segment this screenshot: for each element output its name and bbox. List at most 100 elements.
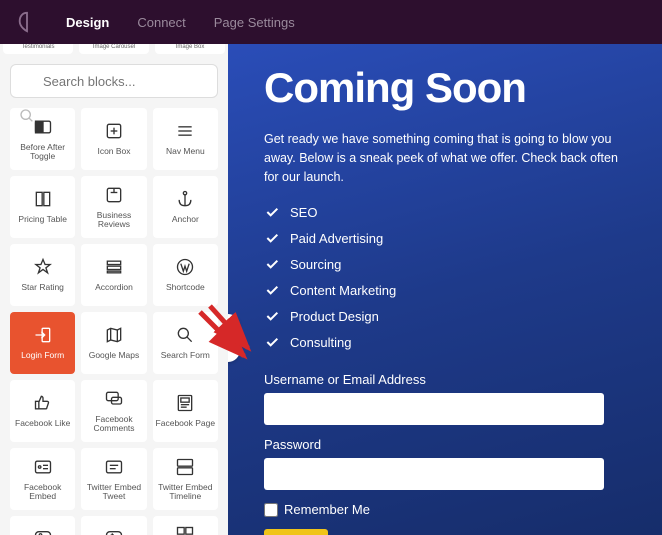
intro-text: Get ready we have something coming that … (264, 130, 624, 186)
block-label: Facebook Like (15, 419, 70, 428)
feature-label: Product Design (290, 309, 379, 324)
block-twitter-tweet-button[interactable]: Twitter Tweet Button (10, 516, 75, 535)
blocks-grid: Before After Toggle Icon Box Nav Menu Prici… (0, 108, 228, 535)
peek-item[interactable]: Testimonials (3, 44, 73, 54)
search-input[interactable] (10, 64, 218, 98)
block-twitter-follow-button[interactable]: Twitter Follow Button (81, 516, 146, 535)
block-facebook-page[interactable]: Facebook Page (153, 380, 218, 442)
block-label: Google Maps (89, 351, 140, 360)
collapse-handle[interactable]: ‹ (228, 314, 240, 362)
feature-item: Paid Advertising (264, 230, 632, 246)
feature-item: Sourcing (264, 256, 632, 272)
feature-label: SEO (290, 205, 317, 220)
canvas: ‹ Coming Soon Get ready we have somethin… (228, 44, 662, 535)
twbtn-icon (33, 525, 53, 535)
block-login-form[interactable]: Login Form (10, 312, 75, 374)
block-label: Nav Menu (166, 147, 205, 156)
accordion-icon (104, 257, 124, 277)
block-search-form[interactable]: Search Form (153, 312, 218, 374)
check-icon (264, 282, 280, 298)
feature-label: Content Marketing (290, 283, 396, 298)
check-icon (264, 230, 280, 246)
feature-item: SEO (264, 204, 632, 220)
login-button[interactable]: Log In (264, 529, 328, 535)
review-icon (104, 185, 124, 205)
block-label: Pricing Table (18, 215, 67, 224)
peek-item[interactable]: Image Box (155, 44, 225, 54)
twtweet-icon (104, 457, 124, 477)
password-input[interactable] (264, 458, 604, 490)
block-business-reviews[interactable]: Business Reviews (81, 176, 146, 238)
block-nav-menu[interactable]: Nav Menu (153, 108, 218, 170)
block-icon-box[interactable]: Icon Box (81, 108, 146, 170)
feature-item: Consulting (264, 334, 632, 350)
block-label: Icon Box (97, 147, 130, 156)
block-label: Shortcode (166, 283, 205, 292)
block-facebook-embed[interactable]: Facebook Embed (10, 448, 75, 510)
anchor-icon (175, 189, 195, 209)
block-twitter-embed-tweet[interactable]: Twitter Embed Tweet (81, 448, 146, 510)
menu-icon (175, 121, 195, 141)
block-label: Business Reviews (81, 211, 146, 230)
block-label: Twitter Embed Timeline (153, 483, 218, 502)
check-icon (264, 334, 280, 350)
remember-me[interactable]: Remember Me (264, 502, 632, 517)
check-icon (264, 256, 280, 272)
search-icon (19, 108, 35, 124)
twtimeline-icon (175, 457, 195, 477)
fbembed-icon (33, 457, 53, 477)
feature-item: Content Marketing (264, 282, 632, 298)
nav-connect[interactable]: Connect (137, 15, 185, 30)
toggle-icon (33, 117, 53, 137)
map-icon (104, 325, 124, 345)
block-pricing-table[interactable]: Pricing Table (10, 176, 75, 238)
check-icon (264, 308, 280, 324)
block-facebook-comments[interactable]: Facebook Comments (81, 380, 146, 442)
block-label: Facebook Embed (10, 483, 75, 502)
block-label: Twitter Embed Tweet (81, 483, 146, 502)
username-input[interactable] (264, 393, 604, 425)
page-title: Coming Soon (264, 64, 632, 112)
username-label: Username or Email Address (264, 372, 632, 387)
star-icon (33, 257, 53, 277)
fblike-icon (33, 393, 53, 413)
password-label: Password (264, 437, 632, 452)
topbar: Design Connect Page Settings (0, 0, 662, 44)
nav-design[interactable]: Design (66, 15, 109, 30)
block-label: Star Rating (21, 283, 64, 292)
block-shortcode[interactable]: Shortcode (153, 244, 218, 306)
twfollow-icon (104, 525, 124, 535)
nav-page-settings[interactable]: Page Settings (214, 15, 295, 30)
search-icon (175, 325, 195, 345)
remember-checkbox[interactable] (264, 503, 278, 517)
feature-item: Product Design (264, 308, 632, 324)
gallery-icon (175, 525, 195, 535)
table-icon (33, 189, 53, 209)
peek-item[interactable]: Image Carousel (79, 44, 149, 54)
blocks-sidebar: Testimonials Image Carousel Image Box Be… (0, 44, 228, 535)
block-label: Facebook Comments (81, 415, 146, 434)
app-logo-icon (16, 11, 38, 33)
feature-label: Paid Advertising (290, 231, 383, 246)
block-google-maps[interactable]: Google Maps (81, 312, 146, 374)
block-advanced-gallery[interactable]: Advanced Gallery (153, 516, 218, 535)
block-twitter-embed-timeline[interactable]: Twitter Embed Timeline (153, 448, 218, 510)
remember-label: Remember Me (284, 502, 370, 517)
block-label: Login Form (21, 351, 64, 360)
block-label: Before After Toggle (10, 143, 75, 162)
peek-row: Testimonials Image Carousel Image Box (0, 44, 228, 54)
block-label: Facebook Page (156, 419, 216, 428)
check-icon (264, 204, 280, 220)
block-accordion[interactable]: Accordion (81, 244, 146, 306)
block-star-rating[interactable]: Star Rating (10, 244, 75, 306)
feature-label: Consulting (290, 335, 351, 350)
block-label: Anchor (172, 215, 199, 224)
feature-label: Sourcing (290, 257, 341, 272)
fbpage-icon (175, 393, 195, 413)
wp-icon (175, 257, 195, 277)
login-icon (33, 325, 53, 345)
fbcomments-icon (104, 389, 124, 409)
block-label: Search Form (161, 351, 210, 360)
block-anchor[interactable]: Anchor (153, 176, 218, 238)
block-facebook-like[interactable]: Facebook Like (10, 380, 75, 442)
